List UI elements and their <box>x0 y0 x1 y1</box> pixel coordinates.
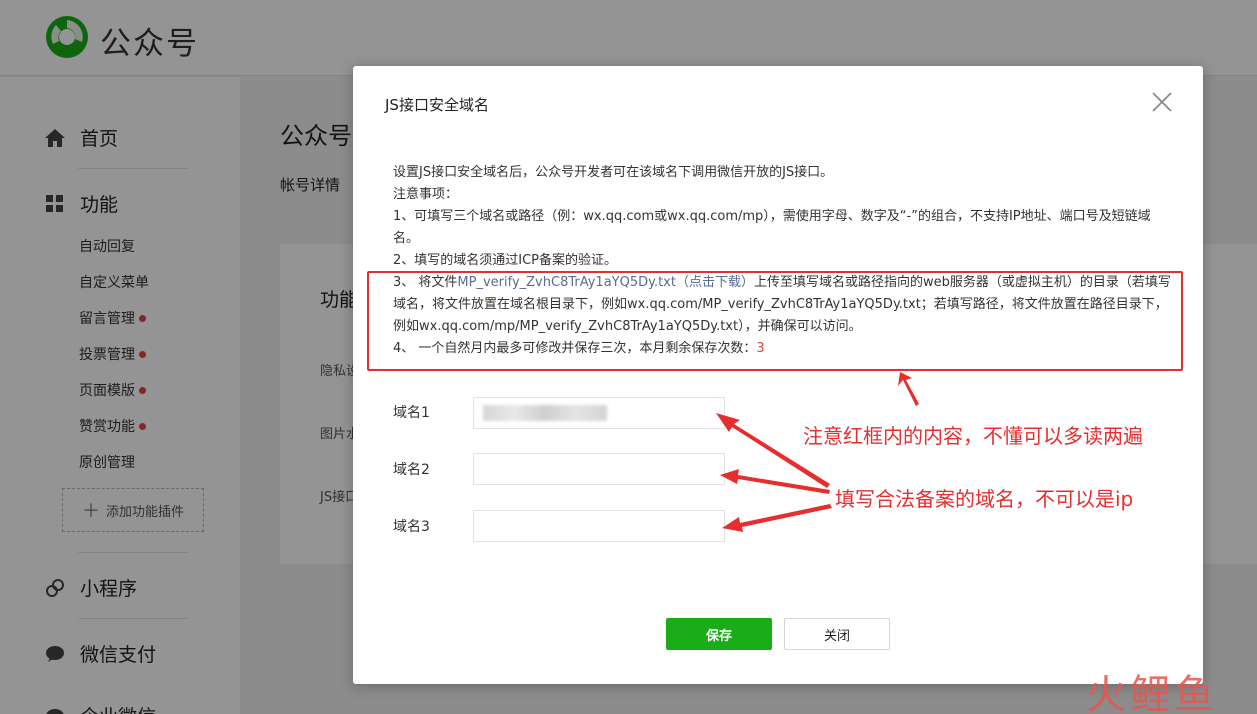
js-domain-dialog: JS接口安全域名 设置JS接口安全域名后，公众号开发者可在该域名下调用微信开放的… <box>353 66 1203 684</box>
dialog-title: JS接口安全域名 <box>385 96 489 114</box>
notice-item-2: 2、填写的域名须通过ICP备案的验证。 <box>393 253 618 268</box>
redacted-domain-blur <box>483 405 607 421</box>
domain-3-label: 域名3 <box>393 519 430 535</box>
domain-1-label: 域名1 <box>393 405 430 421</box>
annotation-domains: 填写合法备案的域名，不可以是ip <box>835 487 1134 511</box>
notice-item-1: 1、可填写三个域名或路径（例：wx.qq.com或wx.qq.com/mp），需… <box>393 209 1151 246</box>
watermark-logo: 火鲤鱼 <box>1086 672 1218 714</box>
domain-2-input[interactable] <box>473 453 725 485</box>
close-icon[interactable] <box>1150 90 1174 114</box>
save-button[interactable]: 保存 <box>666 618 772 650</box>
close-button[interactable]: 关闭 <box>784 618 890 650</box>
annotation-highlight-box <box>367 271 1183 371</box>
notice-intro: 设置JS接口安全域名后，公众号开发者可在该域名下调用微信开放的JS接口。 <box>393 165 834 180</box>
domain-2-label: 域名2 <box>393 462 430 478</box>
annotation-note-box: 注意红框内的内容，不懂可以多读两遍 <box>803 424 1143 448</box>
domain-3-input[interactable] <box>473 510 725 542</box>
notice-heading: 注意事项： <box>393 187 459 202</box>
